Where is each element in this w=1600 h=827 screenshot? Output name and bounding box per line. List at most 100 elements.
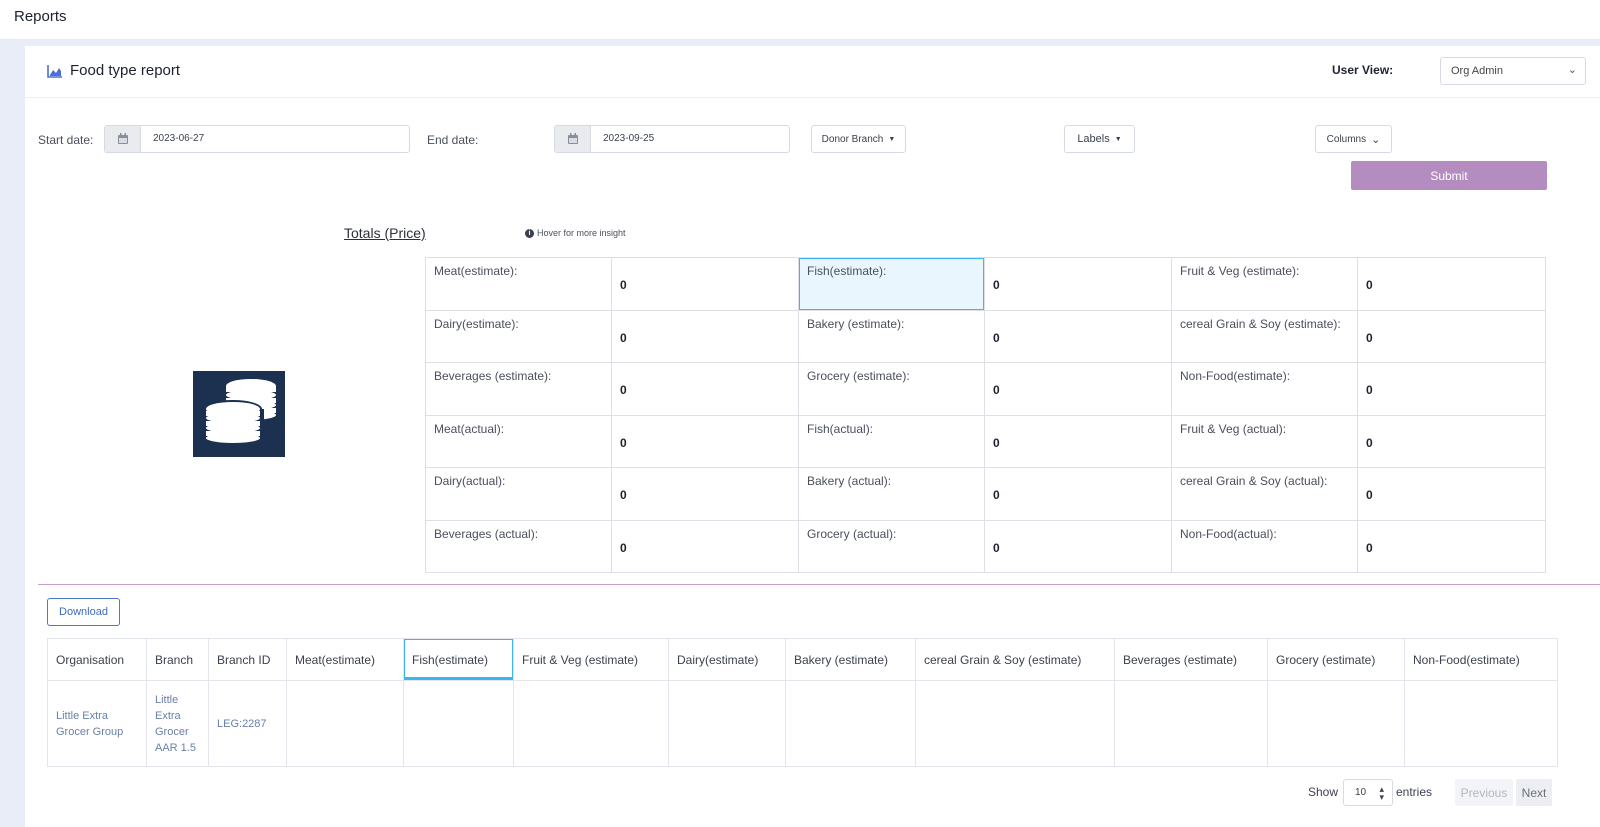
columns-label: Columns [1326,133,1367,145]
totals-value: 0 [1357,519,1546,573]
totals-value: 0 [984,519,1172,573]
totals-row: Meat(actual): 0 Fish(actual): 0 Fruit & Veg … [425,414,1546,468]
coins-icon [193,371,285,457]
download-button[interactable]: Download [47,598,120,626]
column-header[interactable]: Meat(estimate) [286,638,404,681]
totals-label[interactable]: Meat(estimate): [425,257,612,311]
next-button[interactable]: Next [1516,779,1552,806]
previous-button[interactable]: Previous [1455,779,1513,806]
totals-label[interactable]: Beverages (actual): [425,519,612,573]
column-header[interactable]: Branch [146,638,209,681]
totals-label[interactable]: Meat(actual): [425,414,612,468]
totals-title: Totals (Price) [344,225,426,241]
totals-value: 0 [611,362,799,416]
column-header[interactable]: Bakery (estimate) [785,638,916,681]
branch-cell: Little Extra Grocer AAR 1.5 [146,680,209,767]
totals-label[interactable]: Bakery (actual): [798,467,985,521]
info-icon: i [525,228,534,238]
totals-value: 0 [984,257,1172,311]
section-divider [38,584,1600,585]
table-cell [513,680,669,767]
start-date-label: Start date: [38,133,94,147]
totals-value: 0 [1357,257,1546,311]
totals-value: 0 [1357,362,1546,416]
column-header[interactable]: Organisation [47,638,147,681]
totals-label[interactable]: Bakery (estimate): [798,309,985,363]
totals-label[interactable]: Fruit & Veg (actual): [1171,414,1358,468]
labels-dropdown[interactable]: Labels ▼ [1064,125,1135,153]
totals-value: 0 [611,309,799,363]
totals-label[interactable]: Dairy(estimate): [425,309,612,363]
totals-value: 0 [611,414,799,468]
totals-label[interactable]: cereal Grain & Soy (actual): [1171,467,1358,521]
table-cell [668,680,786,767]
donor-branch-label: Donor Branch [821,133,884,145]
end-date-field[interactable]: 2023-09-25 [554,125,790,153]
labels-label: Labels [1077,133,1110,145]
column-header[interactable]: Fruit & Veg (estimate) [513,638,669,681]
totals-label[interactable]: Non-Food(estimate): [1171,362,1358,416]
column-header[interactable]: Fish(estimate) [403,638,514,681]
totals-label[interactable]: Non-Food(actual): [1171,519,1358,573]
totals-label[interactable]: Dairy(actual): [425,467,612,521]
totals-label[interactable]: Grocery (estimate): [798,362,985,416]
updown-arrows-icon: ▴ ▾ [1379,784,1384,802]
top-bar: Reports [0,0,1600,40]
column-header[interactable]: Non-Food(estimate) [1404,638,1558,681]
column-header[interactable]: Beverages (estimate) [1114,638,1268,681]
user-view-select[interactable]: Org Admin ⌄ [1440,57,1586,85]
submit-button[interactable]: Submit [1351,161,1547,190]
totals-value: 0 [984,414,1172,468]
page-title: Reports [14,8,67,25]
totals-row: Dairy(estimate): 0 Bakery (estimate): 0 cere… [425,309,1546,363]
show-label: Show [1308,785,1339,799]
table-cell [403,680,514,767]
totals-value: 0 [984,309,1172,363]
donor-branch-dropdown[interactable]: Donor Branch ▼ [811,125,906,153]
totals-label[interactable]: Fish(estimate): [798,257,985,311]
totals-value: 0 [1357,467,1546,521]
page-size-value: 10 [1355,787,1367,798]
totals-value: 0 [1357,309,1546,363]
table-row: Little Extra Grocer Group Little Extra G… [47,680,1558,767]
totals-label[interactable]: cereal Grain & Soy (estimate): [1171,309,1358,363]
hover-note-text: Hover for more insight [537,228,626,238]
column-header[interactable]: Dairy(estimate) [668,638,786,681]
columns-dropdown[interactable]: Columns ⌄ [1315,125,1392,153]
table-cell [1114,680,1268,767]
totals-label[interactable]: Fish(actual): [798,414,985,468]
page-size-select[interactable]: 10 ▴ ▾ [1343,779,1393,806]
totals-row: Meat(estimate): 0 Fish(estimate): 0 Fruit & … [425,257,1546,311]
totals-value: 0 [611,519,799,573]
totals-row: Beverages (estimate): 0 Grocery (estimate)… [425,362,1546,416]
chevron-down-icon: ⌄ [1371,133,1381,146]
caret-down-icon: ▼ [888,135,896,143]
totals-row: Dairy(actual): 0 Bakery (actual): 0 cereal G… [425,467,1546,521]
totals-row: Beverages (actual): 0 Grocery (actual): 0 No… [425,519,1546,573]
totals-label[interactable]: Beverages (estimate): [425,362,612,416]
branch-id-cell: LEG:2287 [208,680,287,767]
column-header[interactable]: Branch ID [208,638,287,681]
totals-value: 0 [1357,414,1546,468]
calendar-icon [555,126,591,152]
column-header[interactable]: Grocery (estimate) [1267,638,1405,681]
area-chart-icon [47,65,62,78]
totals-label[interactable]: Grocery (actual): [798,519,985,573]
column-header[interactable]: cereal Grain & Soy (estimate) [915,638,1115,681]
organisation-cell: Little Extra Grocer Group [47,680,147,767]
report-title: Food type report [70,62,181,79]
caret-down-icon: ▼ [1114,135,1122,143]
report-table: Organisation Branch Branch ID Meat(estimate… [47,638,1558,767]
start-date-value: 2023-06-27 [153,133,205,144]
card-header: Food type report User View: Org Admin ⌄ [25,46,1600,98]
end-date-label: End date: [427,133,479,147]
end-date-value: 2023-09-25 [603,133,655,144]
totals-label[interactable]: Fruit & Veg (estimate): [1171,257,1358,311]
totals-value: 0 [984,362,1172,416]
chevron-down-icon: ⌄ [1567,64,1577,76]
report-card: Food type report User View: Org Admin ⌄ … [25,46,1600,827]
entries-label: entries [1396,785,1433,799]
start-date-field[interactable]: 2023-06-27 [104,125,410,153]
table-cell [915,680,1115,767]
table-cell [286,680,404,767]
